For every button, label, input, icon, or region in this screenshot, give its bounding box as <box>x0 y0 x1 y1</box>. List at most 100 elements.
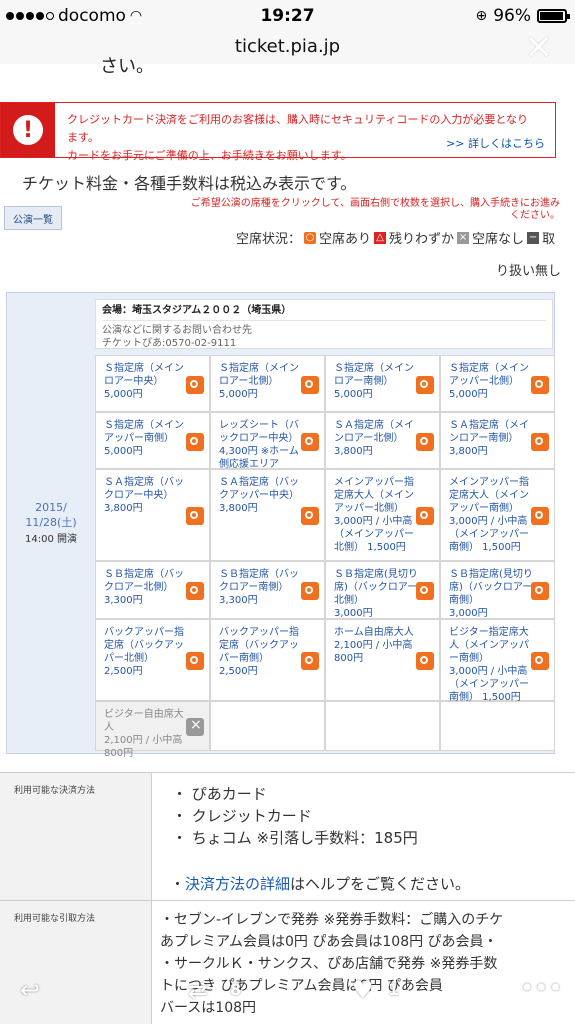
seat-cell[interactable]: バックアッパー指定席（バックアッパー南側） 2,500円 <box>210 619 325 701</box>
seat-name: メインアッパー指定席大人（メインアッパー北側） <box>334 477 414 514</box>
available-icon <box>531 652 549 670</box>
seat-cell[interactable]: Ｓ指定席（メインロアー南側） 5,000円 <box>325 355 440 412</box>
seat-name: Ｓ指定席（メインアッパー北側） <box>449 363 529 387</box>
payment-method: ・ ぴあカード <box>172 785 267 803</box>
available-icon <box>416 507 434 525</box>
seat-price: 2,100円 / 小中高800円 <box>334 640 413 664</box>
like-count: 1 <box>388 980 400 999</box>
tax-notice: チケット料金・各種手数料は税込み表示です。 <box>22 174 357 193</box>
available-icon <box>531 507 549 525</box>
legend-not-handled-b: り扱い無し <box>495 264 561 279</box>
sold-out-icon: × <box>457 231 470 244</box>
seat-cell[interactable]: ＳＡ指定席（バックロアー中央） 3,800円 <box>95 469 210 561</box>
seat-cell[interactable]: ＳＢ指定席(見切り席)（バックロアー北側） 3,000円 <box>325 561 440 619</box>
exclamation-icon: ! <box>13 115 43 145</box>
battery-icon <box>537 9 570 23</box>
seat-cell[interactable]: ＳＡ指定席（メインロアー南側） 3,800円 <box>440 412 555 469</box>
seat-cell[interactable]: バックアッパー指定席（バックアッパー北側） 2,500円 <box>95 619 210 701</box>
seat-name: ＳＢ指定席(見切り席)（バックロアー北側） <box>334 569 418 606</box>
legend-few: 残りわずか <box>389 232 455 247</box>
seat-name: ビジター自由席大人 <box>104 709 184 733</box>
event-time: 14:00 開演 <box>25 534 77 545</box>
available-icon: ○ <box>304 231 317 244</box>
help-bullet: ・ <box>170 875 186 893</box>
available-icon <box>186 582 204 600</box>
venue-box: 会場：埼玉スタジアム２００２（埼玉県） 公演などに関するお問い合わせ先 チケット… <box>95 299 553 349</box>
seat-cell[interactable]: ＳＡ指定席（バックアッパー中央） 3,800円 <box>210 469 325 561</box>
seat-name: ホーム自由席大人 <box>334 627 414 638</box>
pickup-line: ・セブン-イレブンで発券 ※発券手数料：ご購入のチケ <box>160 912 504 928</box>
seat-cell[interactable]: メインアッパー指定席大人（メインアッパー北側） 3,000円 / 小中高（メインア… <box>325 469 440 561</box>
empty-cell <box>325 701 440 751</box>
seat-name: ＳＢ指定席(見切り席)（バックロアー南側） <box>449 569 533 606</box>
seat-price: 3,300円 <box>104 595 143 606</box>
seat-name: Ｓ指定席（メインロアー北側） <box>219 363 299 387</box>
more-icon[interactable]: ••• <box>520 974 562 1002</box>
truncated-text: さい。 <box>100 56 154 77</box>
seat-name: バックアッパー指定席（バックアッパー南側） <box>219 627 299 664</box>
tab-performance-list[interactable]: 公演一覧 <box>4 206 62 230</box>
seat-cell[interactable]: Ｓ指定席（メインロアー中央） 5,000円 <box>95 355 210 412</box>
seat-price: 5,000円 <box>219 389 258 400</box>
tweet-toolbar: ↩ ⇄ 8 ♥ 1 ••• <box>0 968 575 1024</box>
page-url[interactable]: ticket.pia.jp <box>0 36 575 57</box>
sold-out-icon <box>186 717 204 736</box>
seat-cell[interactable]: ホーム自由席大人 2,100円 / 小中高800円 <box>325 619 440 701</box>
available-icon <box>301 507 319 525</box>
seat-cell[interactable]: ＳＡ指定席（メインロアー北側） 3,800円 <box>325 412 440 469</box>
status-bar: docomo ◠ 19:27 ⊕ 96% <box>0 0 575 32</box>
few-left-icon: △ <box>374 231 387 244</box>
seat-name: ＳＡ指定席（バックアッパー中央） <box>219 477 299 501</box>
retweet-count: 8 <box>230 980 242 999</box>
lock-rotation-icon: ⊕ <box>475 8 488 24</box>
seat-cell[interactable]: Ｓ指定席（メインロアー北側） 5,000円 <box>210 355 325 412</box>
seat-cell[interactable]: Ｓ指定席（メインアッパー北側） 5,000円 <box>440 355 555 412</box>
retweet-icon[interactable]: ⇄ <box>188 976 208 1004</box>
venue-name: 会場：埼玉スタジアム２００２（埼玉県） <box>102 304 546 321</box>
contact-phone: チケットぴあ:0570-02-9111 <box>102 338 237 349</box>
seat-name: Ｓ指定席（メインロアー中央） <box>104 363 184 387</box>
seat-cell[interactable]: ＳＢ指定席（バックロアー南側） 3,300円 <box>210 561 325 619</box>
seat-cell[interactable]: ビジター自由席大人 2,100円 / 小中高 800円 <box>95 701 210 759</box>
seat-cell[interactable]: レッズシート（バックロアー中央） 4,300円 ※ホーム側応援エリア <box>210 412 325 470</box>
event-day: 11/28(土) <box>25 516 77 529</box>
seat-cell[interactable]: メインアッパー指定席大人（メインアッパー南側） 3,000円 / 小中高（メインア… <box>440 469 555 561</box>
details-link[interactable]: >> 詳しくはこちら <box>446 135 545 151</box>
seat-price: 5,000円 <box>449 389 488 400</box>
seat-price: 2,100円 / 小中高 800円 <box>104 735 183 759</box>
instruction-text: ご希望公演の席種をクリックして、画面右側で枚数を選択し、購入手続きにお進みくださ… <box>190 198 560 221</box>
available-icon <box>416 432 434 451</box>
event-panel: 2015/ 11/28(土) 14:00 開演 会場：埼玉スタジアム２００２（埼… <box>6 292 555 759</box>
seat-price: 3,800円 <box>104 503 143 514</box>
seat-name: バックアッパー指定席（バックアッパー北側） <box>104 627 184 664</box>
help-suffix: はヘルプをご覧ください。 <box>290 875 471 893</box>
legend-available: 空席あり <box>319 232 372 247</box>
seat-cell[interactable]: Ｓ指定席（メインアッパー南側） 5,000円 <box>95 412 210 469</box>
available-icon <box>186 432 204 451</box>
reply-icon[interactable]: ↩ <box>20 976 40 1004</box>
seat-cell[interactable]: ビジター指定席大人（メインアッパー南側） 3,000円 / 小中高（メインアッパー… <box>440 619 555 703</box>
seat-price: 3,800円 <box>449 446 488 457</box>
seat-name: レッズシート（バックロアー中央） <box>219 420 299 444</box>
payment-details-link[interactable]: 決済方法の詳細 <box>185 875 290 893</box>
like-icon[interactable]: ♥ <box>352 976 374 1004</box>
seat-cell[interactable]: ＳＢ指定席（バックロアー北側） 3,300円 <box>95 561 210 619</box>
seat-cell[interactable]: ＳＢ指定席(見切り席)（バックロアー南側） 3,000円 <box>440 561 555 619</box>
seat-price: 3,800円 <box>334 446 373 457</box>
legend-none: 空席なし <box>472 232 525 247</box>
seat-price: 5,000円 <box>334 389 373 400</box>
seat-price: 3,000円 / 小中高（メインアッパー南側） 1,500円 <box>449 666 529 703</box>
seat-name: メインアッパー指定席大人（メインアッパー南側） <box>449 477 529 514</box>
not-handled-icon: − <box>527 231 540 244</box>
battery-percent: 96% <box>493 6 531 26</box>
security-code-alert: ! クレジットカード決済をご利用のお客様は、購入時にセキュリティコードの入力が必… <box>0 102 556 162</box>
payment-method: ・ クレジットカード <box>172 807 312 825</box>
empty-cell <box>210 701 325 751</box>
seat-name: ＳＡ指定席（バックロアー中央） <box>104 477 184 501</box>
available-icon <box>531 582 549 600</box>
available-icon <box>186 507 204 525</box>
seat-price: 3,000円 / 小中高（メインアッパー北側） 1,500円 <box>334 516 414 553</box>
seat-name: ＳＢ指定席（バックロアー南側） <box>219 569 299 593</box>
available-icon <box>416 652 434 670</box>
available-icon <box>186 375 204 394</box>
